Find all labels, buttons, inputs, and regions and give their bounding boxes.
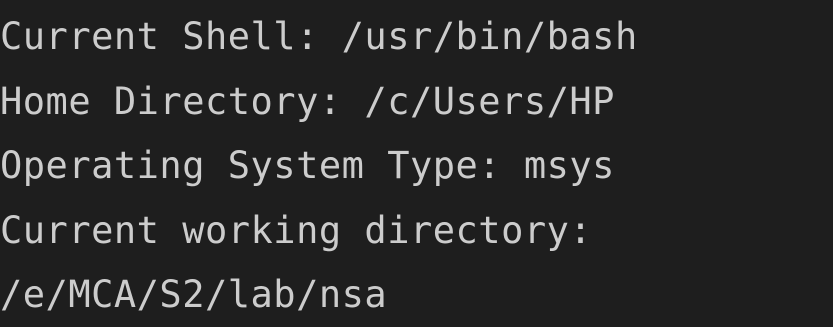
- terminal-output: Current Shell: /usr/bin/bash Home Direct…: [0, 5, 638, 327]
- terminal-line-cwd-label: Current working directory:: [0, 208, 593, 252]
- terminal-line-current-shell: Current Shell: /usr/bin/bash: [0, 15, 638, 58]
- terminal-panel[interactable]: Current Shell: /usr/bin/bash Home Direct…: [0, 0, 833, 327]
- terminal-line-cwd-path: /e/MCA/S2/lab/nsa: [0, 273, 388, 316]
- terminal-line-home-directory: Home Directory: /c/Users/HP: [0, 79, 615, 123]
- terminal-line-os-type: Operating System Type: msys: [0, 144, 615, 187]
